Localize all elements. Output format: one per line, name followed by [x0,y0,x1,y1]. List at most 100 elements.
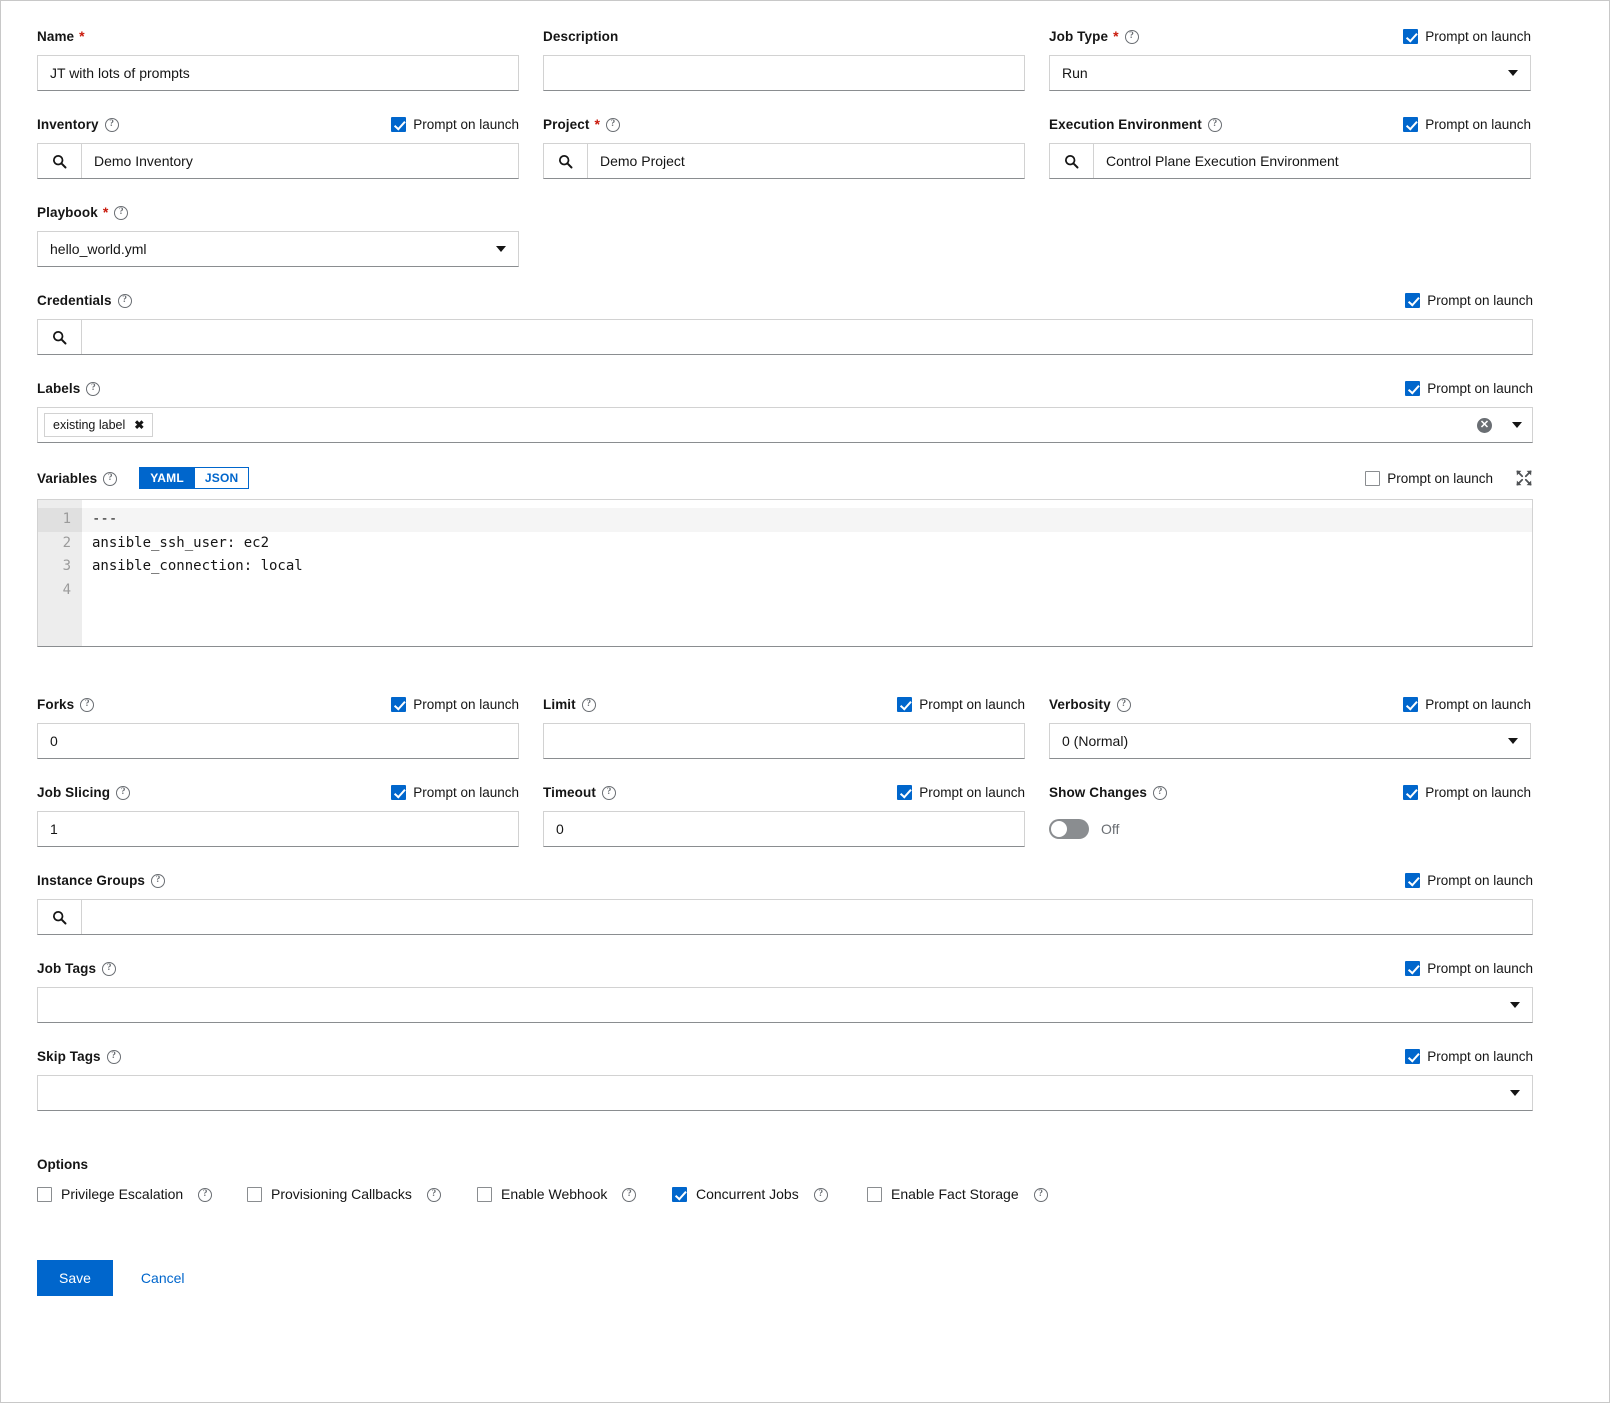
save-button[interactable]: Save [37,1260,113,1296]
search-icon[interactable] [38,320,82,354]
inventory-prompt-checkbox[interactable] [391,117,406,132]
enable-webhook-checkbox[interactable] [477,1187,492,1202]
help-icon[interactable]: ? [427,1188,441,1202]
provisioning-callbacks-checkbox[interactable] [247,1187,262,1202]
job-tags-prompt-checkbox[interactable] [1405,961,1420,976]
forks-prompt-checkbox[interactable] [391,697,406,712]
timeout-prompt-on-launch[interactable]: Prompt on launch [897,785,1025,800]
search-icon[interactable] [1050,144,1094,178]
help-icon[interactable]: ? [86,382,100,396]
project-lookup[interactable]: Demo Project [543,143,1025,179]
editor-content[interactable]: --- ansible_ssh_user: ec2 ansible_connec… [82,500,1532,646]
labels-prompt-on-launch[interactable]: Prompt on launch [1405,381,1533,396]
labels-prompt-checkbox[interactable] [1405,381,1420,396]
inventory-lookup[interactable]: Demo Inventory [37,143,519,179]
skip-tags-multiselect[interactable] [37,1075,1533,1111]
help-icon[interactable]: ? [1153,786,1167,800]
variables-expand-button[interactable] [1515,469,1533,487]
instance-groups-lookup[interactable] [37,899,1533,935]
job-tags-prompt-on-launch[interactable]: Prompt on launch [1405,961,1533,976]
timeout-prompt-checkbox[interactable] [897,785,912,800]
help-icon[interactable]: ? [1208,118,1222,132]
job-slicing-prompt-on-launch[interactable]: Prompt on launch [391,785,519,800]
help-icon[interactable]: ? [107,1050,121,1064]
forks-input[interactable]: 0 [37,723,519,759]
inventory-prompt-on-launch[interactable]: Prompt on launch [391,117,519,132]
instance-groups-prompt-checkbox[interactable] [1405,873,1420,888]
execution-environment-prompt-on-launch[interactable]: Prompt on launch [1403,117,1531,132]
project-value: Demo Project [588,153,685,169]
job-slicing-input[interactable]: 1 [37,811,519,847]
limit-prompt-checkbox[interactable] [897,697,912,712]
name-input[interactable]: JT with lots of prompts [37,55,519,91]
help-icon[interactable]: ? [1117,698,1131,712]
help-icon[interactable]: ? [622,1188,636,1202]
variables-yaml-button[interactable]: YAML [139,467,194,489]
option-enable-fact-storage[interactable]: Enable Fact Storage ? [867,1186,1048,1202]
enable-fact-storage-checkbox[interactable] [867,1187,882,1202]
job-type-prompt-on-launch[interactable]: Prompt on launch [1403,29,1531,44]
option-provisioning-callbacks[interactable]: Provisioning Callbacks ? [247,1186,477,1202]
skip-tags-prompt-checkbox[interactable] [1405,1049,1420,1064]
help-icon[interactable]: ? [118,294,132,308]
instance-groups-prompt-on-launch[interactable]: Prompt on launch [1405,873,1533,888]
help-icon[interactable]: ? [105,118,119,132]
editor-line-numbers: 1 2 3 4 [38,500,82,646]
job-type-select[interactable]: Run [1049,55,1531,91]
description-input[interactable] [543,55,1025,91]
variables-prompt-on-launch[interactable]: Prompt on launch [1365,471,1493,486]
search-icon[interactable] [544,144,588,178]
variables-json-button[interactable]: JSON [194,467,249,489]
help-icon[interactable]: ? [1034,1188,1048,1202]
verbosity-select[interactable]: 0 (Normal) [1049,723,1531,759]
option-privilege-escalation[interactable]: Privilege Escalation ? [37,1186,247,1202]
help-icon[interactable]: ? [102,962,116,976]
privilege-escalation-checkbox[interactable] [37,1187,52,1202]
search-icon[interactable] [38,144,82,178]
help-icon[interactable]: ? [582,698,596,712]
playbook-select[interactable]: hello_world.yml [37,231,519,267]
execution-environment-lookup[interactable]: Control Plane Execution Environment [1049,143,1531,179]
credentials-prompt-on-launch[interactable]: Prompt on launch [1405,293,1533,308]
help-icon[interactable]: ? [606,118,620,132]
search-icon[interactable] [38,900,82,934]
limit-prompt-on-launch[interactable]: Prompt on launch [897,697,1025,712]
help-icon[interactable]: ? [198,1188,212,1202]
labels-multiselect[interactable]: existing label ✖ ✕ [37,407,1533,443]
concurrent-jobs-checkbox[interactable] [672,1187,687,1202]
label-chip[interactable]: existing label ✖ [44,413,153,437]
help-icon[interactable]: ? [80,698,94,712]
job-tags-multiselect[interactable] [37,987,1533,1023]
forks-prompt-on-launch[interactable]: Prompt on launch [391,697,519,712]
help-icon[interactable]: ? [1125,30,1139,44]
verbosity-prompt-checkbox[interactable] [1403,697,1418,712]
help-icon[interactable]: ? [103,472,117,486]
job-type-prompt-checkbox[interactable] [1403,29,1418,44]
help-icon[interactable]: ? [114,206,128,220]
show-changes-prompt-on-launch[interactable]: Prompt on launch [1403,785,1531,800]
variables-code-editor[interactable]: 1 2 3 4 --- ansible_ssh_user: ec2 ansibl… [37,499,1533,647]
help-icon[interactable]: ? [151,874,165,888]
show-changes-prompt-checkbox[interactable] [1403,785,1418,800]
clear-all-icon[interactable]: ✕ [1477,418,1492,433]
skip-tags-prompt-on-launch[interactable]: Prompt on launch [1405,1049,1533,1064]
cancel-button[interactable]: Cancel [135,1270,191,1286]
verbosity-prompt-on-launch[interactable]: Prompt on launch [1403,697,1531,712]
execution-environment-prompt-checkbox[interactable] [1403,117,1418,132]
job-slicing-prompt-checkbox[interactable] [391,785,406,800]
limit-input[interactable] [543,723,1025,759]
option-enable-webhook[interactable]: Enable Webhook ? [477,1186,672,1202]
variables-format-toggle[interactable]: YAML JSON [139,467,249,489]
option-concurrent-jobs[interactable]: Concurrent Jobs ? [672,1186,867,1202]
variables-prompt-checkbox[interactable] [1365,471,1380,486]
help-icon[interactable]: ? [814,1188,828,1202]
chevron-down-icon[interactable] [1512,422,1522,428]
credentials-lookup[interactable] [37,319,1533,355]
close-icon[interactable]: ✖ [134,418,144,432]
credentials-prompt-checkbox[interactable] [1405,293,1420,308]
show-changes-switch[interactable] [1049,819,1089,839]
help-icon[interactable]: ? [116,786,130,800]
timeout-input[interactable]: 0 [543,811,1025,847]
code-line: --- [82,508,1532,532]
help-icon[interactable]: ? [602,786,616,800]
